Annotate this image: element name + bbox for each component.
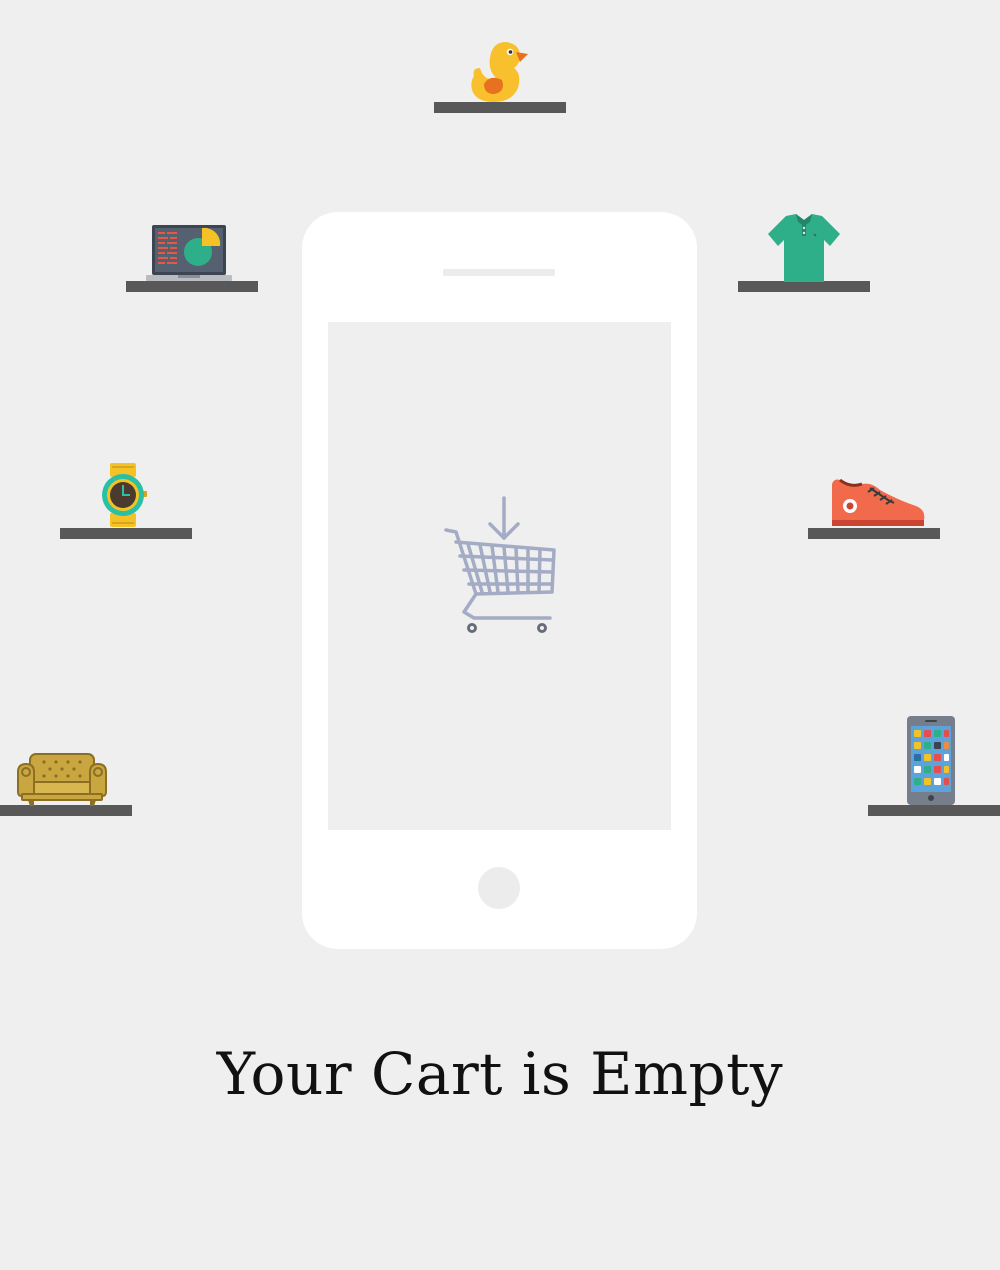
empty-cart-page: Your Cart is Empty xyxy=(0,0,1000,1270)
shelf xyxy=(808,528,940,539)
cart-download-icon xyxy=(442,494,556,640)
shelf xyxy=(738,281,870,292)
smartphone-icon xyxy=(907,716,955,805)
phone-illustration xyxy=(302,212,697,949)
laptop-icon xyxy=(146,224,232,284)
phone-home-button xyxy=(478,867,520,909)
shelf xyxy=(60,528,192,539)
wrist-watch-icon xyxy=(98,463,148,527)
phone-screen xyxy=(328,322,671,830)
polo-shirt-icon xyxy=(766,212,842,282)
empty-cart-message: Your Cart is Empty xyxy=(216,1040,784,1108)
phone-speaker xyxy=(443,269,555,276)
sneaker-icon xyxy=(828,476,926,528)
shelf xyxy=(868,805,1000,816)
rubber-duck-icon xyxy=(466,38,532,104)
armchair-icon xyxy=(16,752,108,808)
